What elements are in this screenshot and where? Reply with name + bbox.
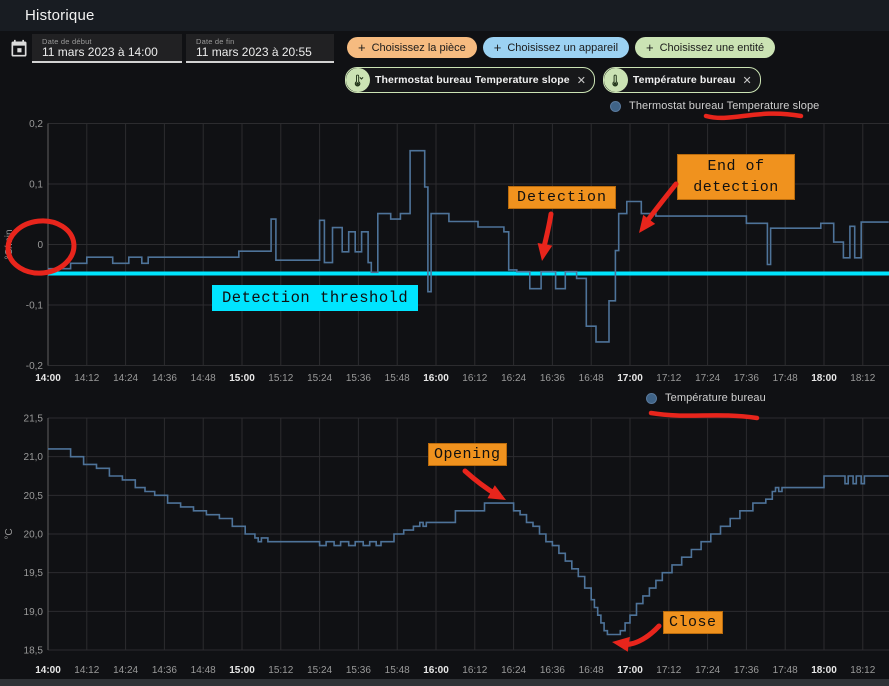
svg-text:16:00: 16:00 <box>423 665 449 676</box>
svg-text:18:00: 18:00 <box>811 665 837 676</box>
svg-text:19,5: 19,5 <box>24 568 44 579</box>
svg-text:21,5: 21,5 <box>24 414 44 425</box>
svg-text:20,0: 20,0 <box>24 530 44 541</box>
y-tick-labels: 21,5 21,0 20,5 20,0 19,5 19,0 18,5 <box>24 414 44 657</box>
detection-annotation: Detection <box>508 186 616 209</box>
svg-text:15:48: 15:48 <box>385 665 410 676</box>
svg-text:14:24: 14:24 <box>113 665 138 676</box>
bottom-scrollbar[interactable] <box>0 679 889 686</box>
opening-annotation: Opening <box>428 443 507 466</box>
svg-text:14:12: 14:12 <box>74 665 99 676</box>
svg-text:16:24: 16:24 <box>501 665 526 676</box>
svg-text:15:24: 15:24 <box>307 665 332 676</box>
svg-text:20,5: 20,5 <box>24 491 44 502</box>
svg-text:17:24: 17:24 <box>695 665 720 676</box>
series-step-line[interactable] <box>48 449 889 635</box>
svg-text:19,0: 19,0 <box>24 607 44 618</box>
svg-text:17:48: 17:48 <box>773 665 798 676</box>
y-axis-unit: °C <box>4 528 15 539</box>
svg-text:15:00: 15:00 <box>229 665 255 676</box>
svg-text:14:00: 14:00 <box>35 665 61 676</box>
temperature-chart[interactable]: 14:00 14:12 14:24 14:36 14:48 15:00 15:12 15:24… <box>0 0 889 686</box>
close-annotation: Close <box>663 611 723 634</box>
end-of-detection-annotation: End of detection <box>677 154 795 200</box>
svg-text:17:00: 17:00 <box>617 665 643 676</box>
svg-text:18:12: 18:12 <box>850 665 875 676</box>
svg-text:14:36: 14:36 <box>152 665 177 676</box>
svg-text:21,0: 21,0 <box>24 452 44 463</box>
svg-text:17:36: 17:36 <box>734 665 759 676</box>
detection-threshold-annotation: Detection threshold <box>212 285 418 311</box>
svg-text:16:48: 16:48 <box>579 665 604 676</box>
svg-text:17:12: 17:12 <box>656 665 681 676</box>
svg-text:15:36: 15:36 <box>346 665 371 676</box>
x-tick-labels: 14:00 14:12 14:24 14:36 14:48 15:00 15:12 15:24… <box>35 665 876 676</box>
home-assistant-history-page: Historique Date de début 11 mars 2023 à … <box>0 0 889 686</box>
svg-text:18,5: 18,5 <box>24 646 44 657</box>
svg-text:16:36: 16:36 <box>540 665 565 676</box>
svg-text:16:12: 16:12 <box>462 665 487 676</box>
svg-text:14:48: 14:48 <box>191 665 216 676</box>
svg-text:15:12: 15:12 <box>268 665 293 676</box>
